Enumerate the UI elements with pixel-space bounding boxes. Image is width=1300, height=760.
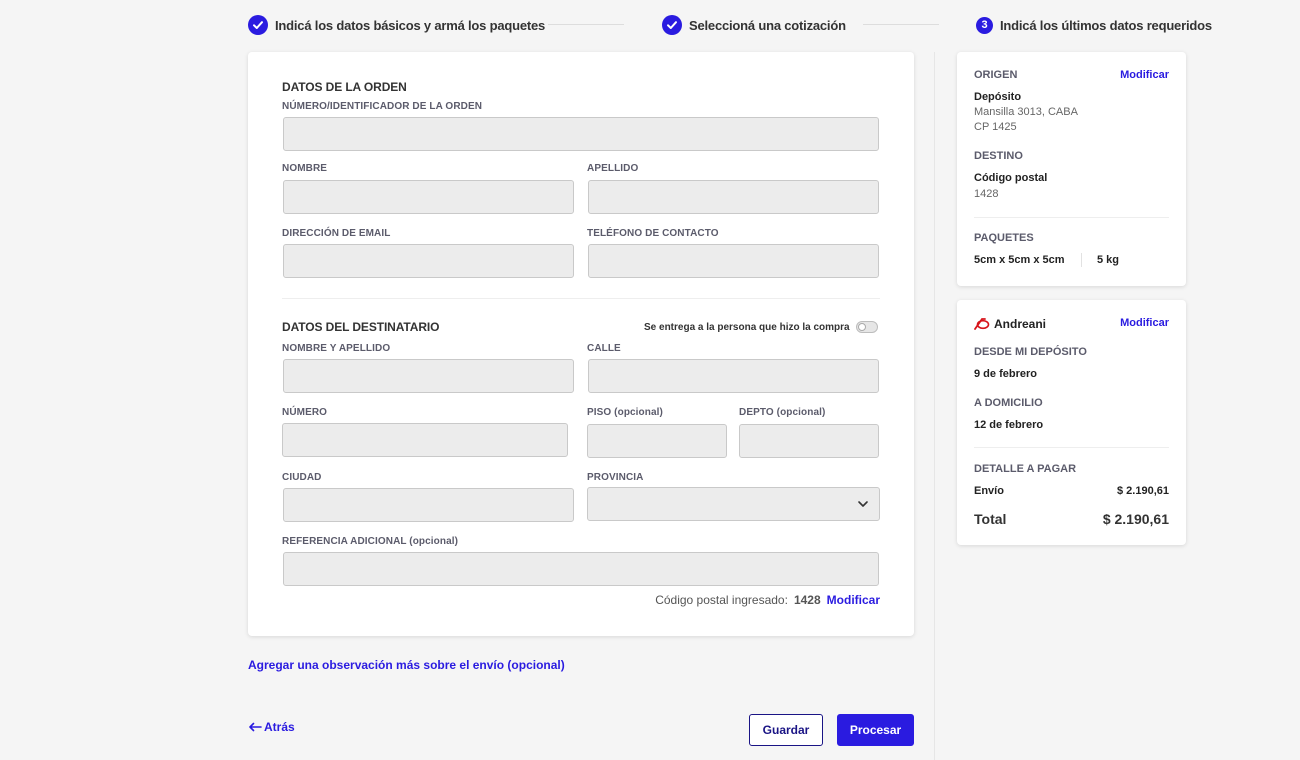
reference-label: REFERENCIA ADICIONAL (opcional) bbox=[282, 536, 459, 547]
destination-name: Código postal bbox=[974, 172, 1048, 184]
phone-label: TELÉFONO DE CONTACTO bbox=[587, 228, 719, 239]
last-name-input[interactable] bbox=[588, 180, 879, 214]
province-select[interactable] bbox=[587, 487, 880, 521]
city-label: CIUDAD bbox=[282, 472, 322, 483]
chevron-down-icon bbox=[858, 501, 868, 507]
city-input[interactable] bbox=[283, 488, 574, 522]
floor-label: PISO (opcional) bbox=[587, 407, 663, 418]
step-3: 3 Indicá los últimos datos requeridos bbox=[976, 14, 1212, 36]
package-separator bbox=[1081, 253, 1082, 267]
check-icon bbox=[662, 15, 682, 35]
quote-summary-card: Andreani Modificar DESDE MI DEPÓSITO 9 d… bbox=[957, 300, 1186, 545]
postal-code-label: Código postal ingresado: bbox=[655, 593, 788, 607]
carrier-name: Andreani bbox=[994, 317, 1047, 331]
payment-detail-heading: DETALLE A PAGAR bbox=[974, 463, 1077, 475]
total-value: $ 2.190,61 bbox=[1102, 511, 1169, 527]
apt-label: DEPTO (opcional) bbox=[739, 407, 826, 418]
from-depot-heading: DESDE MI DEPÓSITO bbox=[974, 346, 1087, 358]
reference-input[interactable] bbox=[283, 552, 879, 586]
step-connector bbox=[863, 24, 939, 25]
floor-input[interactable] bbox=[587, 424, 727, 458]
full-name-input[interactable] bbox=[283, 359, 574, 393]
step-1: Indicá los datos básicos y armá los paqu… bbox=[248, 14, 545, 36]
order-id-label: NÚMERO/IDENTIFICADOR DE LA ORDEN bbox=[282, 101, 483, 112]
quote-modify-link[interactable]: Modificar bbox=[1120, 317, 1169, 329]
recipient-section-title: DATOS DEL DESTINATARIO bbox=[282, 320, 440, 334]
shipping-label: Envío bbox=[974, 485, 1004, 497]
first-name-label: NOMBRE bbox=[282, 163, 328, 174]
origin-address: Mansilla 3013, CABA bbox=[974, 106, 1078, 118]
apt-input[interactable] bbox=[739, 424, 879, 458]
from-depot-date: 9 de febrero bbox=[974, 368, 1037, 380]
package-dimensions: 5cm x 5cm x 5cm bbox=[974, 254, 1065, 266]
shipment-summary-card: ORIGEN Modificar Depósito Mansilla 3013,… bbox=[957, 52, 1186, 286]
number-input[interactable] bbox=[282, 423, 568, 457]
origin-heading: ORIGEN bbox=[974, 69, 1018, 81]
to-home-date: 12 de febrero bbox=[974, 419, 1044, 431]
andreani-logo-icon bbox=[974, 318, 990, 330]
packages-heading: PAQUETES bbox=[974, 232, 1034, 244]
add-observation-link[interactable]: Agregar una observación más sobre el env… bbox=[248, 658, 565, 672]
step-2: Seleccioná una cotización bbox=[662, 14, 846, 36]
province-label: PROVINCIA bbox=[587, 472, 644, 483]
process-button[interactable]: Procesar bbox=[837, 714, 914, 746]
phone-input[interactable] bbox=[588, 244, 879, 278]
postal-code-row: Código postal ingresado: 1428 Modificar bbox=[655, 593, 880, 607]
postal-code-modify-link[interactable]: Modificar bbox=[827, 593, 880, 607]
street-label: CALLE bbox=[587, 343, 621, 354]
total-label: Total bbox=[974, 511, 1007, 527]
origin-name: Depósito bbox=[974, 91, 1022, 103]
save-button[interactable]: Guardar bbox=[749, 714, 823, 746]
back-link[interactable]: Atrás bbox=[248, 720, 295, 734]
step-1-label: Indicá los datos básicos y armá los paqu… bbox=[275, 17, 546, 33]
arrow-left-icon bbox=[249, 722, 262, 732]
step-connector bbox=[548, 24, 624, 25]
to-home-heading: A DOMICILIO bbox=[974, 397, 1043, 409]
street-input[interactable] bbox=[588, 359, 879, 393]
step-3-number: 3 bbox=[976, 16, 993, 34]
order-section-title: DATOS DE LA ORDEN bbox=[282, 80, 407, 94]
section-divider bbox=[282, 298, 880, 299]
progress-stepper: Indicá los datos básicos y armá los paqu… bbox=[248, 14, 1212, 36]
same-buyer-toggle[interactable] bbox=[856, 321, 878, 333]
package-weight: 5 kg bbox=[1097, 254, 1120, 266]
destination-heading: DESTINO bbox=[974, 150, 1023, 162]
step-3-label: Indicá los últimos datos requeridos bbox=[1000, 17, 1212, 33]
origin-modify-link[interactable]: Modificar bbox=[1120, 69, 1169, 81]
step-2-label: Seleccioná una cotización bbox=[689, 17, 846, 33]
origin-cp: CP 1425 bbox=[974, 121, 1017, 133]
postal-code-value: 1428 bbox=[793, 593, 821, 607]
first-name-input[interactable] bbox=[283, 180, 574, 214]
email-input[interactable] bbox=[283, 244, 574, 278]
email-label: DIRECCIÓN DE EMAIL bbox=[282, 228, 391, 239]
full-name-label: NOMBRE Y APELLIDO bbox=[282, 343, 391, 354]
shipment-form-card: DATOS DE LA ORDEN NÚMERO/IDENTIFICADOR D… bbox=[248, 52, 914, 636]
check-icon bbox=[248, 15, 268, 35]
carrier: Andreani bbox=[974, 317, 1046, 331]
same-buyer-toggle-label: Se entrega a la persona que hizo la comp… bbox=[644, 322, 850, 333]
number-label: NÚMERO bbox=[282, 407, 328, 418]
summary-divider bbox=[974, 217, 1169, 218]
back-label: Atrás bbox=[264, 720, 295, 734]
destination-cp: 1428 bbox=[974, 188, 999, 200]
quote-divider bbox=[974, 447, 1169, 448]
column-divider bbox=[934, 52, 935, 760]
toggle-knob bbox=[858, 323, 866, 331]
last-name-label: APELLIDO bbox=[587, 163, 639, 174]
shipping-value: $ 2.190,61 bbox=[1117, 485, 1169, 497]
order-id-input[interactable] bbox=[283, 117, 879, 151]
